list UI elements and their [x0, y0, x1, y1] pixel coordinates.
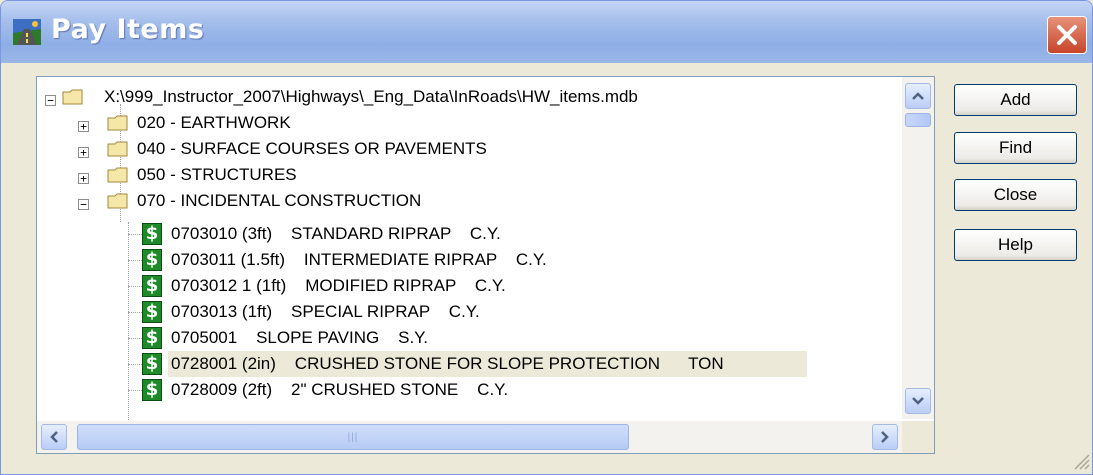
tree-root-node[interactable]: X:\999_Instructor_2007\Highways\_Eng_Dat…: [101, 84, 641, 110]
folder-icon: [107, 141, 128, 157]
window-title: Pay Items: [51, 14, 205, 45]
pay-items-dialog: Pay Items − X:\999_Instructor_2007\Highw…: [0, 0, 1093, 475]
pay-item-dollar-icon: $: [142, 249, 162, 271]
pay-item-label: 0703010 (3ft) STANDARD RIPRAP C.Y.: [171, 224, 501, 243]
tree-expand-toggle[interactable]: +: [78, 147, 89, 158]
title-bar[interactable]: Pay Items: [1, 1, 1092, 63]
tree-connector: [128, 312, 142, 313]
pay-item-label: 0705001 SLOPE PAVING S.Y.: [171, 328, 429, 347]
scroll-right-button[interactable]: [872, 424, 898, 450]
tree-connector: [128, 338, 142, 339]
pay-item-label: 0703012 1 (1ft) MODIFIED RIPRAP C.Y.: [171, 276, 506, 295]
folder-icon: [107, 115, 128, 131]
tree-expand-toggle[interactable]: +: [78, 173, 89, 184]
pay-item-node[interactable]: 0703010 (3ft) STANDARD RIPRAP C.Y.: [168, 221, 504, 247]
pay-item-label: 0703013 (1ft) SPECIAL RIPRAP C.Y.: [171, 302, 480, 321]
tree-collapse-toggle[interactable]: −: [45, 95, 56, 106]
pay-item-dollar-icon: $: [142, 327, 162, 349]
help-button[interactable]: Help: [954, 229, 1077, 261]
tree-category-node[interactable]: 040 - SURFACE COURSES OR PAVEMENTS: [134, 136, 490, 162]
category-label: 050 - STRUCTURES: [137, 165, 297, 184]
tree-category-node[interactable]: 050 - STRUCTURES: [134, 162, 300, 188]
vertical-scroll-thumb[interactable]: [905, 113, 931, 127]
pay-item-label: 0703011 (1.5ft) INTERMEDIATE RIPRAP C.Y.: [171, 250, 547, 269]
tree-connector: [128, 260, 142, 261]
tree-root-label: X:\999_Instructor_2007\Highways\_Eng_Dat…: [104, 87, 638, 106]
horizontal-scroll-thumb[interactable]: |||: [77, 424, 629, 450]
close-button[interactable]: Close: [954, 179, 1077, 211]
add-button[interactable]: Add: [954, 84, 1077, 116]
pay-item-dollar-icon: $: [142, 301, 162, 323]
tree-connector: [128, 234, 142, 235]
find-button[interactable]: Find: [954, 132, 1077, 164]
pay-item-node[interactable]: 0703012 1 (1ft) MODIFIED RIPRAP C.Y.: [168, 273, 509, 299]
chevron-up-icon: [912, 92, 924, 100]
pay-item-dollar-icon: $: [142, 379, 162, 401]
tree-category-node[interactable]: 070 - INCIDENTAL CONSTRUCTION: [134, 188, 424, 214]
pay-item-node[interactable]: 0705001 SLOPE PAVING S.Y.: [168, 325, 431, 351]
folder-icon: [62, 89, 83, 105]
tree-connector: [128, 364, 142, 365]
tree-collapse-toggle[interactable]: −: [78, 199, 89, 210]
scroll-left-button[interactable]: [41, 424, 67, 450]
tree-connector: [128, 390, 142, 391]
chevron-right-icon: [881, 431, 889, 443]
pay-item-dollar-icon: $: [142, 275, 162, 297]
horizontal-scrollbar[interactable]: |||: [37, 421, 902, 453]
tree-connector: [128, 286, 142, 287]
resize-grip-icon[interactable]: [1069, 449, 1091, 471]
category-label: 070 - INCIDENTAL CONSTRUCTION: [137, 191, 422, 210]
chevron-down-icon: [912, 397, 924, 405]
scroll-grip-icon: |||: [347, 431, 359, 443]
close-icon: [1057, 25, 1077, 45]
tree-expand-toggle[interactable]: +: [78, 121, 89, 132]
vertical-scrollbar[interactable]: [902, 77, 934, 419]
tree-connector: [128, 222, 129, 422]
pay-item-label: 0728009 (2ft) 2" CRUSHED STONE C.Y.: [171, 380, 509, 399]
tree-category-node[interactable]: 020 - EARTHWORK: [134, 110, 294, 136]
pay-item-dollar-icon: $: [142, 223, 162, 245]
scroll-up-button[interactable]: [905, 83, 931, 109]
category-label: 040 - SURFACE COURSES OR PAVEMENTS: [137, 139, 487, 158]
pay-item-label: 0728001 (2in) CRUSHED STONE FOR SLOPE PR…: [171, 354, 724, 373]
pay-item-node[interactable]: 0703011 (1.5ft) INTERMEDIATE RIPRAP C.Y.: [168, 247, 550, 273]
road-app-icon: [13, 19, 41, 45]
chevron-left-icon: [50, 431, 58, 443]
pay-item-node-selected[interactable]: 0728001 (2in) CRUSHED STONE FOR SLOPE PR…: [168, 351, 807, 377]
close-window-button[interactable]: [1047, 16, 1087, 54]
pay-item-dollar-icon: $: [142, 353, 162, 375]
folder-open-icon: [107, 193, 128, 209]
folder-icon: [107, 167, 128, 183]
pay-item-node[interactable]: 0703013 (1ft) SPECIAL RIPRAP C.Y.: [168, 299, 483, 325]
scroll-down-button[interactable]: [905, 388, 931, 414]
category-label: 020 - EARTHWORK: [137, 113, 291, 132]
scrollbar-corner: [902, 421, 934, 453]
pay-item-node[interactable]: 0728009 (2ft) 2" CRUSHED STONE C.Y.: [168, 377, 511, 403]
pay-items-tree[interactable]: − X:\999_Instructor_2007\Highways\_Eng_D…: [36, 76, 935, 454]
